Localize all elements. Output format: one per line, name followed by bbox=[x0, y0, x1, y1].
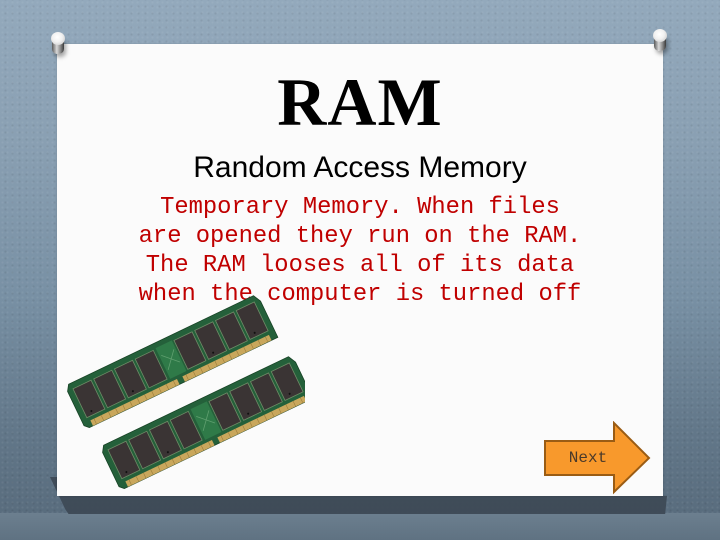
next-button[interactable]: Next bbox=[543, 421, 653, 495]
slide-body-text: Temporary Memory. When files are opened … bbox=[120, 193, 600, 309]
slide-subtitle: Random Access Memory bbox=[193, 151, 527, 184]
pushpin-head bbox=[653, 29, 667, 42]
ram-modules-image bbox=[55, 293, 314, 505]
pushpin-icon bbox=[650, 29, 670, 55]
pushpin-head bbox=[51, 32, 65, 45]
body-line: are opened they run on the RAM. bbox=[138, 223, 582, 250]
pushpin-icon bbox=[48, 32, 68, 58]
body-line: Temporary Memory. When files bbox=[160, 194, 560, 221]
slide-title: RAM bbox=[277, 64, 443, 140]
next-button-label: Next bbox=[568, 449, 608, 467]
background-lower-band bbox=[0, 513, 720, 540]
ram-module-icon bbox=[64, 293, 314, 491]
body-line: The RAM looses all of its data bbox=[145, 252, 575, 279]
